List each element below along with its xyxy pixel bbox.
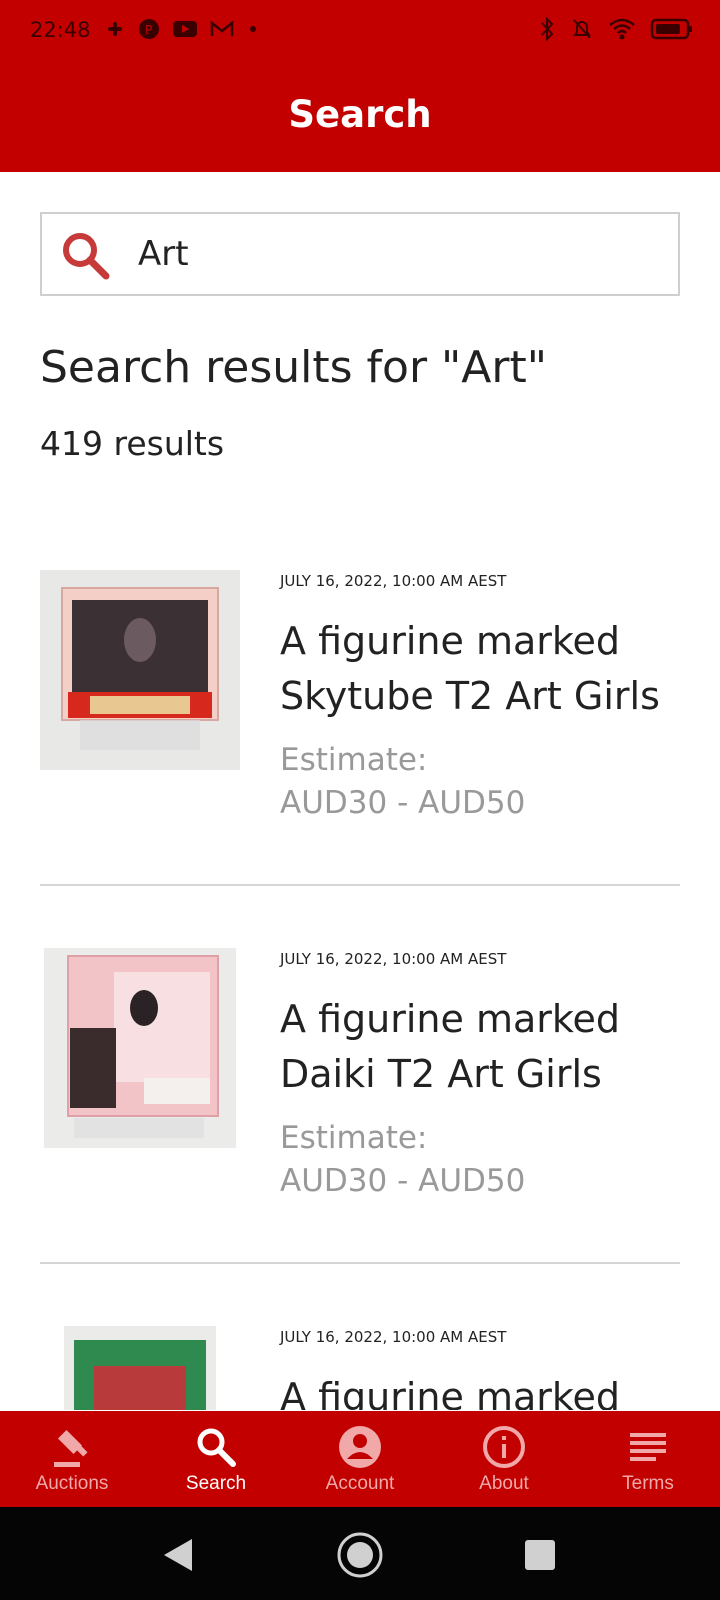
item-date: JULY 16, 2022, 10:00 AM AEST [280,572,507,590]
nav-label: About [479,1473,529,1494]
search-input[interactable] [138,228,658,280]
wifi-icon [609,18,635,40]
account-icon [339,1426,381,1468]
item-date: JULY 16, 2022, 10:00 AM AEST [280,1328,507,1346]
back-icon[interactable] [160,1537,196,1573]
list-item[interactable]: JULY 16, 2022, 10:00 AM AEST A figurine … [0,898,720,1276]
list-item[interactable]: JULY 16, 2022, 10:00 AM AEST A figurine … [0,520,720,898]
slack-icon [108,22,122,36]
divider [40,1262,680,1264]
youtube-icon [173,21,197,37]
results-list[interactable]: JULY 16, 2022, 10:00 AM AEST A figurine … [0,520,720,1410]
home-icon[interactable] [336,1531,384,1579]
item-thumbnail[interactable] [44,948,236,1148]
lines-icon [630,1433,666,1461]
status-bar: 22:48 P [0,0,720,60]
item-thumbnail[interactable] [64,1326,216,1410]
nav-terms[interactable]: Terms [576,1411,720,1507]
item-title[interactable]: A figurine marked Daiki T2 Art Girls [280,992,700,1102]
nav-about[interactable]: About [432,1411,576,1507]
divider [40,884,680,886]
list-item[interactable]: JULY 16, 2022, 10:00 AM AEST A figurine … [0,1276,720,1410]
estimate-label: Estimate: [280,1120,428,1156]
nav-auctions[interactable]: Auctions [0,1411,144,1507]
results-count: 419 results [40,424,225,463]
item-date: JULY 16, 2022, 10:00 AM AEST [280,950,507,968]
item-thumbnail[interactable] [40,570,240,770]
bell-off-icon [573,19,591,39]
system-nav-bar [0,1507,720,1600]
notification-icons: P [104,18,260,40]
gavel-icon [54,1429,88,1467]
battery-icon [650,18,692,40]
status-time: 22:48 [30,18,91,42]
nav-account[interactable]: Account [288,1411,432,1507]
bottom-nav: Auctions Search Account About Terms [0,1411,720,1507]
nav-label: Search [185,1473,247,1494]
bluetooth-icon [541,16,554,42]
search-icon [197,1428,236,1467]
page-title: Search [288,93,432,136]
svg-text:P: P [145,23,152,37]
item-title[interactable]: A figurine marked [280,1370,700,1410]
info-icon [483,1426,525,1468]
search-field[interactable] [40,212,680,296]
recent-apps-icon[interactable] [524,1539,556,1571]
search-icon [63,233,110,280]
estimate-value: AUD30 - AUD50 [280,1163,526,1199]
nav-search[interactable]: Search [144,1411,288,1507]
nav-label: Terms [622,1473,674,1494]
mail-icon [210,20,234,36]
item-title[interactable]: A figurine marked Skytube T2 Art Girls [280,614,700,724]
nav-label: Auctions [35,1473,109,1494]
results-heading: Search results for "Art" [40,342,547,393]
nav-label: Account [325,1473,395,1494]
p-app-icon: P [139,19,159,39]
dot-icon [250,26,256,32]
system-status-icons [538,16,694,42]
estimate-label: Estimate: [280,742,428,778]
estimate-value: AUD30 - AUD50 [280,785,526,821]
app-header: 22:48 P Search [0,0,720,172]
